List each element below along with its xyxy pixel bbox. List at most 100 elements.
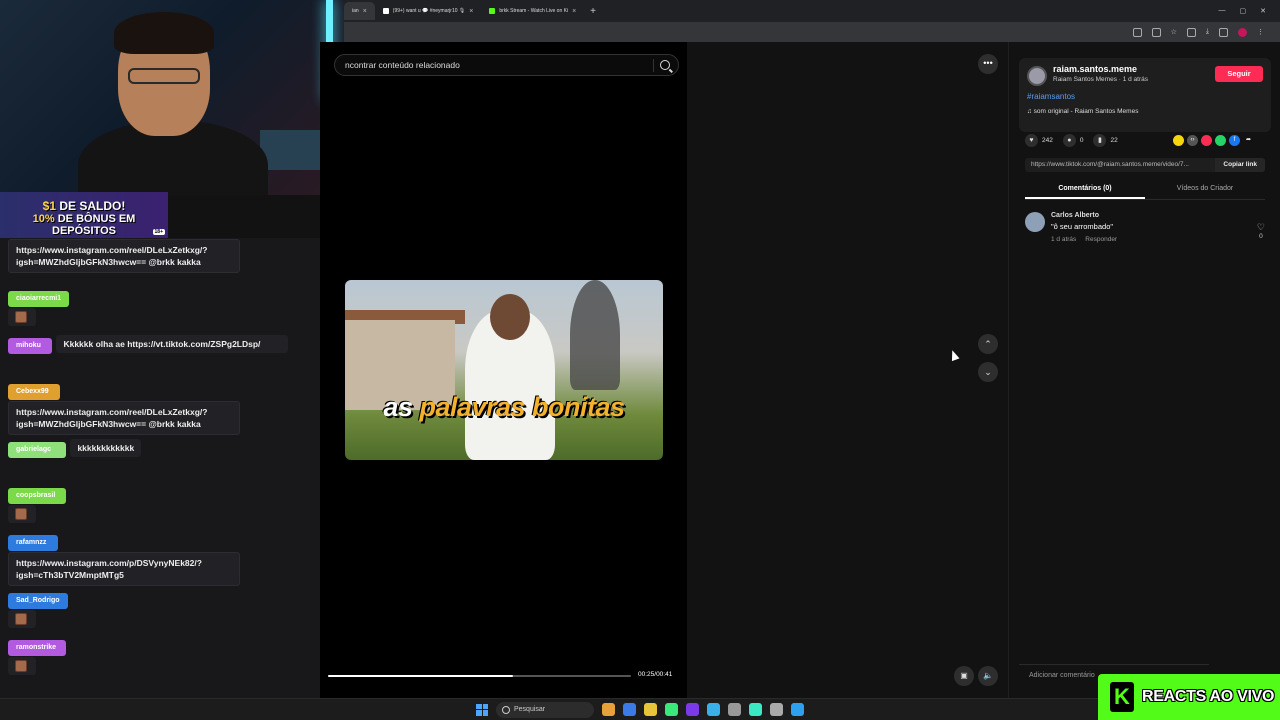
search-icon[interactable] [660,60,670,70]
comment-icon: ● [1062,134,1076,147]
new-tab-button[interactable]: + [584,6,602,17]
save-stat[interactable]: ▮ 22 [1093,134,1118,147]
more-options-button[interactable]: ••• [978,54,998,74]
video-link-text: https://www.tiktok.com/@raiam.santos.mem… [1031,161,1189,168]
taskbar-app-icon[interactable] [686,703,699,716]
video-link-field[interactable]: https://www.tiktok.com/@raiam.santos.mem… [1025,158,1265,172]
emote-icon [15,311,27,323]
taskbar-app-icon[interactable] [728,703,741,716]
whatsapp-icon[interactable] [1215,135,1226,146]
close-icon[interactable]: × [469,8,473,15]
browser-tab[interactable]: (99+) want u 💬 #neymarjr10 🎙 × [375,2,482,20]
tab-comments[interactable]: Comentários (0) [1025,180,1145,199]
chat-username[interactable]: ciaoiarrecmi1 [8,291,70,307]
author-avatar[interactable] [1027,66,1047,86]
chat-emote-box [8,505,36,523]
volume-icon[interactable]: 🔈 [978,666,998,686]
chat-username[interactable]: ramonstrike [8,640,66,656]
translate-icon[interactable] [1132,27,1142,37]
reacts-live-badge: K REACTS AO VIVO [1098,674,1280,720]
chat-username[interactable]: Cebexx99 [8,384,60,400]
comment-avatar[interactable] [1025,212,1045,232]
chat-username[interactable]: mihoku [8,338,52,354]
close-icon[interactable]: × [363,8,367,15]
browser-toolbar: ☆ ⤓ ⋮ [344,22,1280,42]
emote-icon [15,660,27,672]
minimize-icon[interactable]: — [1219,7,1226,15]
comment-stat[interactable]: ● 0 [1062,134,1083,147]
chat-message: coopsbrasil [8,484,66,523]
video-caption: as palavras bonitas [383,392,625,422]
post-details-panel: raiam.santos.meme Raiam Santos Memes · 1… [1008,42,1280,698]
like-stat[interactable]: ♥ 242 [1025,134,1053,147]
search-placeholder: ncontrar conteúdo relacionado [345,60,460,70]
chat-username[interactable]: rafamnzz [8,535,58,551]
browser-tab[interactable]: brkk Stream - Watch Live on Ki × [481,2,584,20]
browser-tab-bar: ian × (99+) want u 💬 #neymarjr10 🎙 × brk… [344,0,1280,22]
tab-creator-videos[interactable]: Vídeos do Criador [1145,180,1265,199]
copy-link-button[interactable]: Copiar link [1215,158,1265,172]
facebook-icon[interactable]: f [1229,135,1240,146]
hashtag-link[interactable]: #raiamsantos [1027,92,1075,101]
chat-message: Cebexx99 https://www.instagram.com/reel/… [8,380,240,435]
next-video-button[interactable]: ⌄ [978,362,998,382]
edge-icon[interactable] [791,703,804,716]
windows-start-icon[interactable] [476,703,488,716]
share-friends-icon[interactable] [1173,135,1184,146]
chat-emote-box [8,308,36,326]
mouse-cursor [948,348,960,362]
follow-button[interactable]: Seguir [1215,66,1263,82]
heart-outline-icon: ♡ [1256,222,1265,232]
close-icon[interactable]: × [572,8,576,15]
comment-author[interactable]: Carlos Alberto [1051,212,1099,219]
clip-person-head [490,294,530,340]
related-search-input[interactable]: ncontrar conteúdo relacionado [334,54,679,76]
chat-message: ramonstrike [8,636,66,675]
promo-banner[interactable]: $1 DE SALDO! 10% DE BÔNUS EM DEPÓSITOS 1… [0,192,168,238]
promo-line-1: $1 DE SALDO! [42,199,126,213]
previous-video-button[interactable]: ⌃ [978,334,998,354]
browser-tab-active[interactable]: ian × [344,2,375,20]
chat-message-text: https://www.instagram.com/reel/DLeLxZetk… [8,239,240,273]
pip-icon[interactable]: ▣ [954,666,974,686]
download-icon[interactable]: ⤓ [1206,28,1209,36]
video-progress-bar[interactable] [328,675,631,677]
chrome-icon[interactable] [665,703,678,716]
share-arrow-icon[interactable]: ➦ [1243,135,1254,146]
chat-username[interactable]: Sad_Rodrigo [8,593,68,609]
maximize-icon[interactable]: ▢ [1240,7,1247,15]
taskbar-search[interactable]: Pesquisar [496,701,594,718]
settings-icon[interactable] [770,703,783,716]
star-icon[interactable]: ☆ [1171,28,1177,36]
taskbar-app-icon[interactable] [644,703,657,716]
sidebar-icon[interactable] [1219,27,1228,37]
taskbar-app-icon[interactable] [749,703,762,716]
taskbar-app-icon[interactable] [602,703,615,716]
share-icons: ‹› f ➦ [1173,135,1254,146]
cast-icon[interactable] [1151,27,1161,37]
webcam-feed [0,0,344,195]
reply-button[interactable]: Responder [1085,236,1117,243]
taskbar-app-icon[interactable] [707,703,720,716]
menu-icon[interactable]: ⋮ [1257,28,1264,36]
sound-link[interactable]: ♫ som original - Raiam Santos Memes [1027,108,1138,115]
promo-line-2: 10% DE BÔNUS EM DEPÓSITOS [32,213,136,237]
extensions-icon[interactable] [1186,27,1196,37]
send-icon[interactable] [1201,135,1212,146]
author-card: raiam.santos.meme Raiam Santos Memes · 1… [1019,58,1271,132]
author-username[interactable]: raiam.santos.meme [1053,64,1137,74]
tiktok-icon [382,8,389,14]
heart-icon: ♥ [1025,134,1038,147]
video-column: ncontrar conteúdo relacionado as palavra… [320,42,687,698]
chat-username[interactable]: gabrielagc [8,442,66,458]
embed-icon[interactable]: ‹› [1187,135,1198,146]
comment-like-button[interactable]: ♡ 0 [1257,222,1265,240]
profile-avatar[interactable] [1238,27,1247,37]
close-window-icon[interactable]: ✕ [1260,7,1266,15]
taskbar-app-icon[interactable] [623,703,636,716]
video-frame[interactable]: as palavras bonitas [345,280,663,460]
chat-message: mihoku Kkkkkk olha ae https://vt.tiktok.… [8,334,289,354]
comment-text: "ô seu arrombado" [1051,222,1114,231]
chat-username[interactable]: coopsbrasil [8,488,66,504]
tab-label: (99+) want u 💬 #neymarjr10 🎙 [392,8,466,14]
